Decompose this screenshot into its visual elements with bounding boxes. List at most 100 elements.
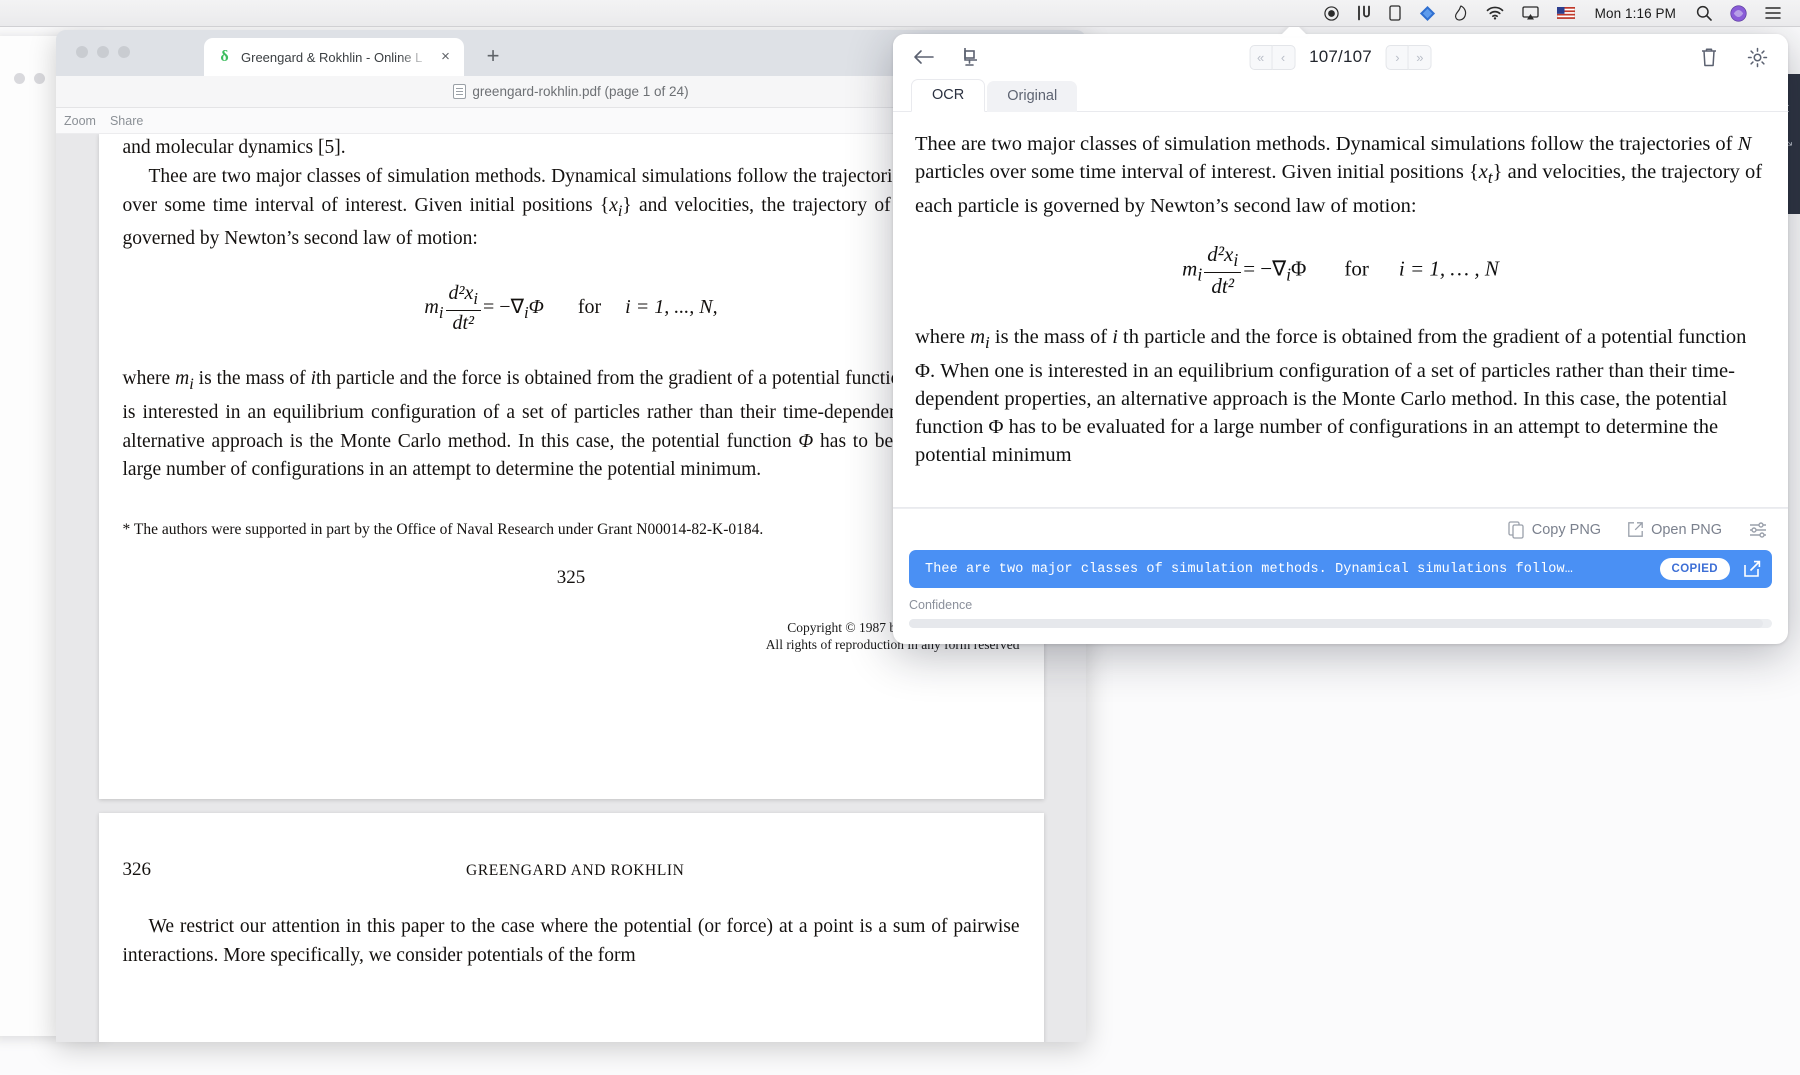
ocr-p2-e: has to be evaluated for a large number o… bbox=[915, 416, 1719, 467]
phone-icon[interactable] bbox=[1380, 0, 1410, 27]
back-arrow-icon[interactable] bbox=[911, 44, 937, 70]
pdf-page-2: 326 GREENGARD AND ROKHLIN We restrict ou… bbox=[98, 813, 1044, 1042]
browser-tab[interactable]: δ Greengard & Rokhlin - Online L × bbox=[204, 38, 464, 76]
issn-line: 0021-9991;87 $3.00 bbox=[123, 601, 1020, 619]
open-png-label: Open PNG bbox=[1651, 521, 1722, 538]
ocr-panel: « ‹ 107/107 › » OCR Original Thee are tw… bbox=[893, 34, 1788, 644]
ocr-f-operator: = −∇ bbox=[1243, 256, 1287, 281]
maximize-window-button[interactable] bbox=[118, 46, 130, 58]
ocr-f-m-sub: i bbox=[1197, 264, 1203, 285]
first-page-button[interactable]: « bbox=[1249, 44, 1273, 70]
pdf-filename-text: greengard-rokhlin.pdf (page 1 of 24) bbox=[472, 84, 689, 99]
pdf-share-button[interactable]: Share bbox=[110, 114, 143, 128]
clipboard-icon[interactable] bbox=[1348, 0, 1380, 27]
trash-icon[interactable] bbox=[1696, 44, 1722, 70]
affinity-icon[interactable] bbox=[1410, 0, 1445, 27]
confidence-label: Confidence bbox=[909, 598, 973, 612]
ocr-f-numerator: d²xi bbox=[1204, 242, 1242, 274]
page1-page-number: 325 bbox=[556, 567, 586, 589]
ocr-p2-a: where bbox=[915, 326, 971, 349]
ocr-f-num-text: d²x bbox=[1207, 242, 1234, 267]
ocr-f-num-sub: i bbox=[1233, 250, 1239, 271]
p2-var-m: m bbox=[175, 368, 190, 390]
f1-num-sub: i bbox=[473, 289, 479, 309]
f1-m-sub: i bbox=[438, 303, 444, 323]
f1-num-text: d²x bbox=[448, 282, 474, 305]
tab-ocr[interactable]: OCR bbox=[911, 79, 986, 112]
minimize-window-button[interactable] bbox=[97, 46, 109, 58]
prev-page-button[interactable]: ‹ bbox=[1272, 44, 1296, 70]
p2-c: th particle and the force is obtained fr… bbox=[316, 368, 916, 390]
ocr-p2-phi-2: Φ bbox=[988, 416, 1004, 439]
ocr-p1-a: Thee are two major classes of simulation… bbox=[915, 133, 1738, 155]
p2-a: where bbox=[122, 368, 176, 390]
ocr-f-denominator: dt² bbox=[1211, 274, 1234, 299]
spotlight-search-icon[interactable] bbox=[1687, 0, 1721, 27]
ocr-result-text: Thee are two major classes of simulation… bbox=[925, 561, 1573, 577]
sliders-icon[interactable] bbox=[1748, 521, 1768, 539]
page-navigator[interactable]: « ‹ 107/107 › » bbox=[1249, 44, 1432, 70]
page1-footnote: * The authors were supported in part by … bbox=[122, 521, 764, 539]
confidence-bar[interactable] bbox=[909, 619, 1772, 628]
airplay-icon[interactable] bbox=[1513, 0, 1548, 27]
page2-running-head: 326 GREENGARD AND ROKHLIN bbox=[123, 859, 1020, 881]
last-page-button[interactable]: » bbox=[1408, 44, 1432, 70]
p2-phi-2: Φ bbox=[798, 430, 814, 452]
confidence-fill bbox=[909, 619, 1764, 628]
us-flag-icon[interactable] bbox=[1548, 0, 1584, 27]
wifi-icon[interactable] bbox=[1477, 0, 1513, 27]
ocr-panel-tabs[interactable]: OCR Original bbox=[893, 79, 1788, 112]
f1-operator: = −∇ bbox=[483, 296, 524, 319]
siri-icon[interactable] bbox=[1721, 0, 1756, 27]
f1-phi: Φ bbox=[528, 296, 544, 319]
p2-b: is the mass of bbox=[193, 368, 311, 390]
next-page-button[interactable]: › bbox=[1385, 44, 1409, 70]
bean-icon[interactable] bbox=[1445, 0, 1477, 27]
confidence-section: Confidence bbox=[893, 598, 1788, 644]
pager-next-group[interactable]: › » bbox=[1385, 44, 1432, 70]
page1-copyright-block: 0021-9991;87 $3.00 Copyright © 1987 by A… bbox=[123, 601, 1020, 654]
pdf-zoom-button[interactable]: Zoom bbox=[64, 114, 96, 128]
p1-var-x: x bbox=[609, 194, 618, 216]
copy-png-button[interactable]: Copy PNG bbox=[1508, 520, 1602, 539]
pager-prev-group[interactable]: « ‹ bbox=[1249, 44, 1296, 70]
document-icon bbox=[453, 84, 467, 99]
ocr-result-bar[interactable]: Thee are two major classes of simulation… bbox=[909, 550, 1772, 588]
ocr-formula: mi d²xi dt² = −∇iΦ for i = 1, … , N bbox=[915, 242, 1766, 299]
ocr-p1-var-N: N bbox=[1737, 133, 1752, 155]
copy-png-label: Copy PNG bbox=[1531, 521, 1602, 538]
page-counter: 107/107 bbox=[1309, 47, 1372, 66]
f1-for: for bbox=[577, 296, 602, 319]
leaf-favicon: δ bbox=[220, 48, 229, 65]
browser-tab-title: Greengard & Rokhlin - Online L bbox=[241, 49, 423, 65]
close-window-button[interactable] bbox=[76, 46, 88, 58]
ocr-p1-var-x: x bbox=[1478, 161, 1488, 183]
ocr-paragraph-1: Thee are two major classes of simulation… bbox=[915, 130, 1766, 220]
ocr-f-phi: Φ bbox=[1291, 256, 1307, 281]
gear-icon[interactable] bbox=[1744, 44, 1770, 70]
record-icon[interactable] bbox=[1315, 0, 1348, 27]
pdf-filename-label: greengard-rokhlin.pdf (page 1 of 24) bbox=[453, 84, 689, 99]
ocr-p2-phi-1: Φ bbox=[915, 360, 930, 383]
tab-original[interactable]: Original bbox=[987, 81, 1078, 112]
page2-paragraph-1: We restrict our attention in this paper … bbox=[122, 916, 1020, 966]
screen: t ⤡ δ Greengard & Rokhlin - Online L × +… bbox=[0, 0, 1800, 1075]
copy-icon bbox=[1508, 520, 1524, 539]
window-traffic-lights[interactable] bbox=[76, 46, 130, 58]
copied-badge: COPIED bbox=[1659, 558, 1730, 580]
ocr-result-body: Thee are two major classes of simulation… bbox=[893, 112, 1788, 508]
new-tab-button[interactable]: + bbox=[481, 45, 505, 69]
background-window-traffic-lights bbox=[14, 73, 45, 84]
screen-capture-icon[interactable] bbox=[957, 44, 983, 70]
menubar-clock[interactable]: Mon 1:16 PM bbox=[1584, 6, 1687, 21]
ocr-f-range: i = 1, … , N bbox=[1398, 256, 1499, 281]
body-divider bbox=[893, 507, 1788, 508]
page1-cut-line: and molecular dynamics [5]. bbox=[122, 137, 346, 158]
ocr-paragraph-2: where mi is the mass of i th particle an… bbox=[915, 323, 1766, 469]
edit-icon[interactable] bbox=[1742, 559, 1762, 579]
ocr-f-fraction: d²xi dt² bbox=[1204, 242, 1242, 299]
ocr-p2-b: is the mass of bbox=[989, 326, 1113, 349]
close-icon[interactable]: × bbox=[437, 49, 454, 66]
open-png-button[interactable]: Open PNG bbox=[1627, 521, 1722, 538]
control-center-icon[interactable] bbox=[1756, 0, 1790, 27]
